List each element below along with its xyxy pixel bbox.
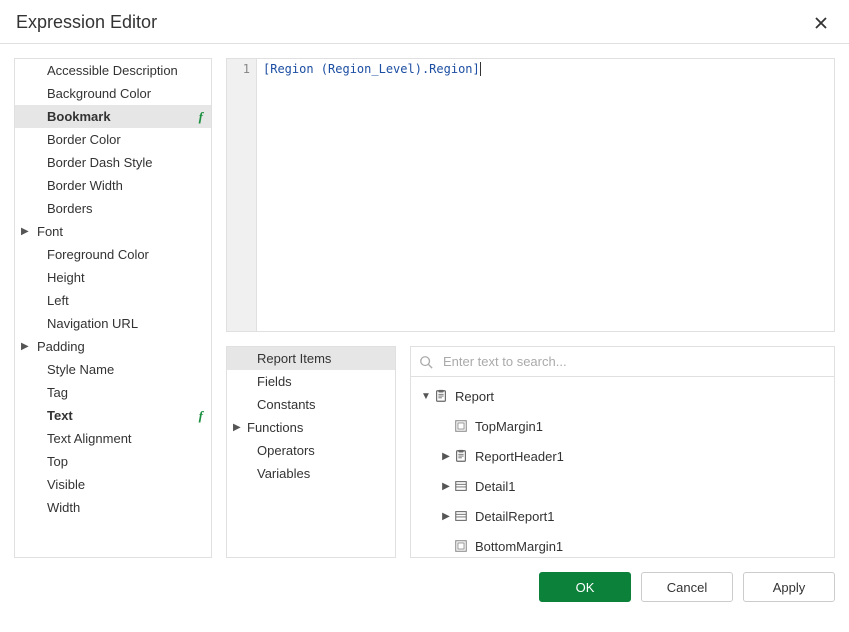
category-label: Functions (247, 420, 303, 435)
tree-item[interactable]: BottomMargin1 (411, 531, 834, 557)
property-label: Padding (35, 339, 205, 354)
property-item[interactable]: ▶Font (15, 220, 211, 243)
property-item[interactable]: Border Width (15, 174, 211, 197)
category-item[interactable]: Report Items (227, 347, 395, 370)
expression-editor-textarea[interactable]: 1 [Region (Region_Level).Region] (226, 58, 835, 332)
category-item[interactable]: Operators (227, 439, 395, 462)
property-label: Background Color (45, 86, 205, 101)
category-item[interactable]: Variables (227, 462, 395, 485)
dialog-title: Expression Editor (16, 12, 157, 33)
expression-text[interactable]: [Region (Region_Level).Region] (257, 59, 834, 331)
margin-icon (453, 538, 469, 554)
chevron-right-icon[interactable]: ▶ (439, 481, 453, 492)
tree-item-label: ReportHeader1 (475, 449, 834, 464)
category-item[interactable]: Constants (227, 393, 395, 416)
detail-icon (453, 478, 469, 494)
margin-icon (453, 418, 469, 434)
category-label: Report Items (257, 351, 331, 366)
fx-icon: f (199, 109, 203, 125)
tree-item[interactable]: ▶ DetailReport1 (411, 501, 834, 531)
tree-item-label: DetailReport1 (475, 509, 834, 524)
cancel-button[interactable]: Cancel (641, 572, 733, 602)
property-label: Bookmark (45, 109, 199, 124)
clipboard-icon (453, 448, 469, 464)
property-label: Left (45, 293, 205, 308)
property-label: Foreground Color (45, 247, 205, 262)
search-input[interactable] (441, 353, 826, 370)
property-item[interactable]: Accessible Description (15, 59, 211, 82)
tree-item[interactable]: TopMargin1 (411, 411, 834, 441)
property-label: Height (45, 270, 205, 285)
tree-item-label: Detail1 (475, 479, 834, 494)
property-list[interactable]: Accessible Description Background Color Bo… (14, 58, 212, 558)
items-tree-panel: ▼ReportTopMargin1▶ReportHeader1▶Detail1▶… (410, 346, 835, 558)
category-list[interactable]: Report Items Fields Constants ▶Functions Ope… (226, 346, 396, 558)
property-item[interactable]: ▶Padding (15, 335, 211, 358)
property-item[interactable]: Visible (15, 473, 211, 496)
property-item[interactable]: Borders (15, 197, 211, 220)
property-item[interactable]: Background Color (15, 82, 211, 105)
tree-item-label: TopMargin1 (475, 419, 834, 434)
items-tree[interactable]: ▼ReportTopMargin1▶ReportHeader1▶Detail1▶… (411, 377, 834, 557)
property-item[interactable]: Top (15, 450, 211, 473)
category-label: Variables (257, 466, 310, 481)
chevron-down-icon[interactable]: ▼ (419, 391, 433, 402)
property-item[interactable]: Left (15, 289, 211, 312)
category-label: Fields (257, 374, 292, 389)
property-label: Text Alignment (45, 431, 205, 446)
property-item[interactable]: Width (15, 496, 211, 519)
category-label: Operators (257, 443, 315, 458)
category-item[interactable]: Fields (227, 370, 395, 393)
property-label: Width (45, 500, 205, 515)
property-item[interactable]: Border Dash Style (15, 151, 211, 174)
property-label: Borders (45, 201, 205, 216)
category-label: Constants (257, 397, 316, 412)
property-label: Border Width (45, 178, 205, 193)
clipboard-icon (433, 388, 449, 404)
expand-arrow-icon: ▶ (233, 422, 247, 433)
fx-icon: f (199, 408, 203, 424)
tree-item-label: BottomMargin1 (475, 539, 834, 554)
property-item[interactable]: Navigation URL (15, 312, 211, 335)
category-item[interactable]: ▶Functions (227, 416, 395, 439)
expand-arrow-icon: ▶ (21, 341, 35, 352)
close-button[interactable] (809, 13, 833, 33)
line-gutter: 1 (227, 59, 257, 331)
property-label: Border Color (45, 132, 205, 147)
tree-item[interactable]: ▶ ReportHeader1 (411, 441, 834, 471)
property-label: Text (45, 408, 199, 423)
property-label: Accessible Description (45, 63, 205, 78)
search-icon (419, 355, 433, 369)
property-item[interactable]: Style Name (15, 358, 211, 381)
tree-item[interactable]: ▶ Detail1 (411, 471, 834, 501)
detail-icon (453, 508, 469, 524)
property-item[interactable]: Border Color (15, 128, 211, 151)
ok-button[interactable]: OK (539, 572, 631, 602)
chevron-right-icon[interactable]: ▶ (439, 511, 453, 522)
property-label: Tag (45, 385, 205, 400)
close-icon (813, 15, 829, 31)
property-item[interactable]: Tag (15, 381, 211, 404)
tree-item-label: Report (455, 389, 834, 404)
expand-arrow-icon: ▶ (21, 226, 35, 237)
property-item[interactable]: Foreground Color (15, 243, 211, 266)
property-label: Font (35, 224, 205, 239)
chevron-right-icon[interactable]: ▶ (439, 451, 453, 462)
property-label: Visible (45, 477, 205, 492)
property-item[interactable]: Height (15, 266, 211, 289)
tree-item[interactable]: ▼ Report (411, 381, 834, 411)
property-label: Top (45, 454, 205, 469)
property-label: Border Dash Style (45, 155, 205, 170)
property-label: Navigation URL (45, 316, 205, 331)
apply-button[interactable]: Apply (743, 572, 835, 602)
property-item[interactable]: Textf (15, 404, 211, 427)
property-label: Style Name (45, 362, 205, 377)
property-item[interactable]: Text Alignment (15, 427, 211, 450)
property-item[interactable]: Bookmarkf (15, 105, 211, 128)
